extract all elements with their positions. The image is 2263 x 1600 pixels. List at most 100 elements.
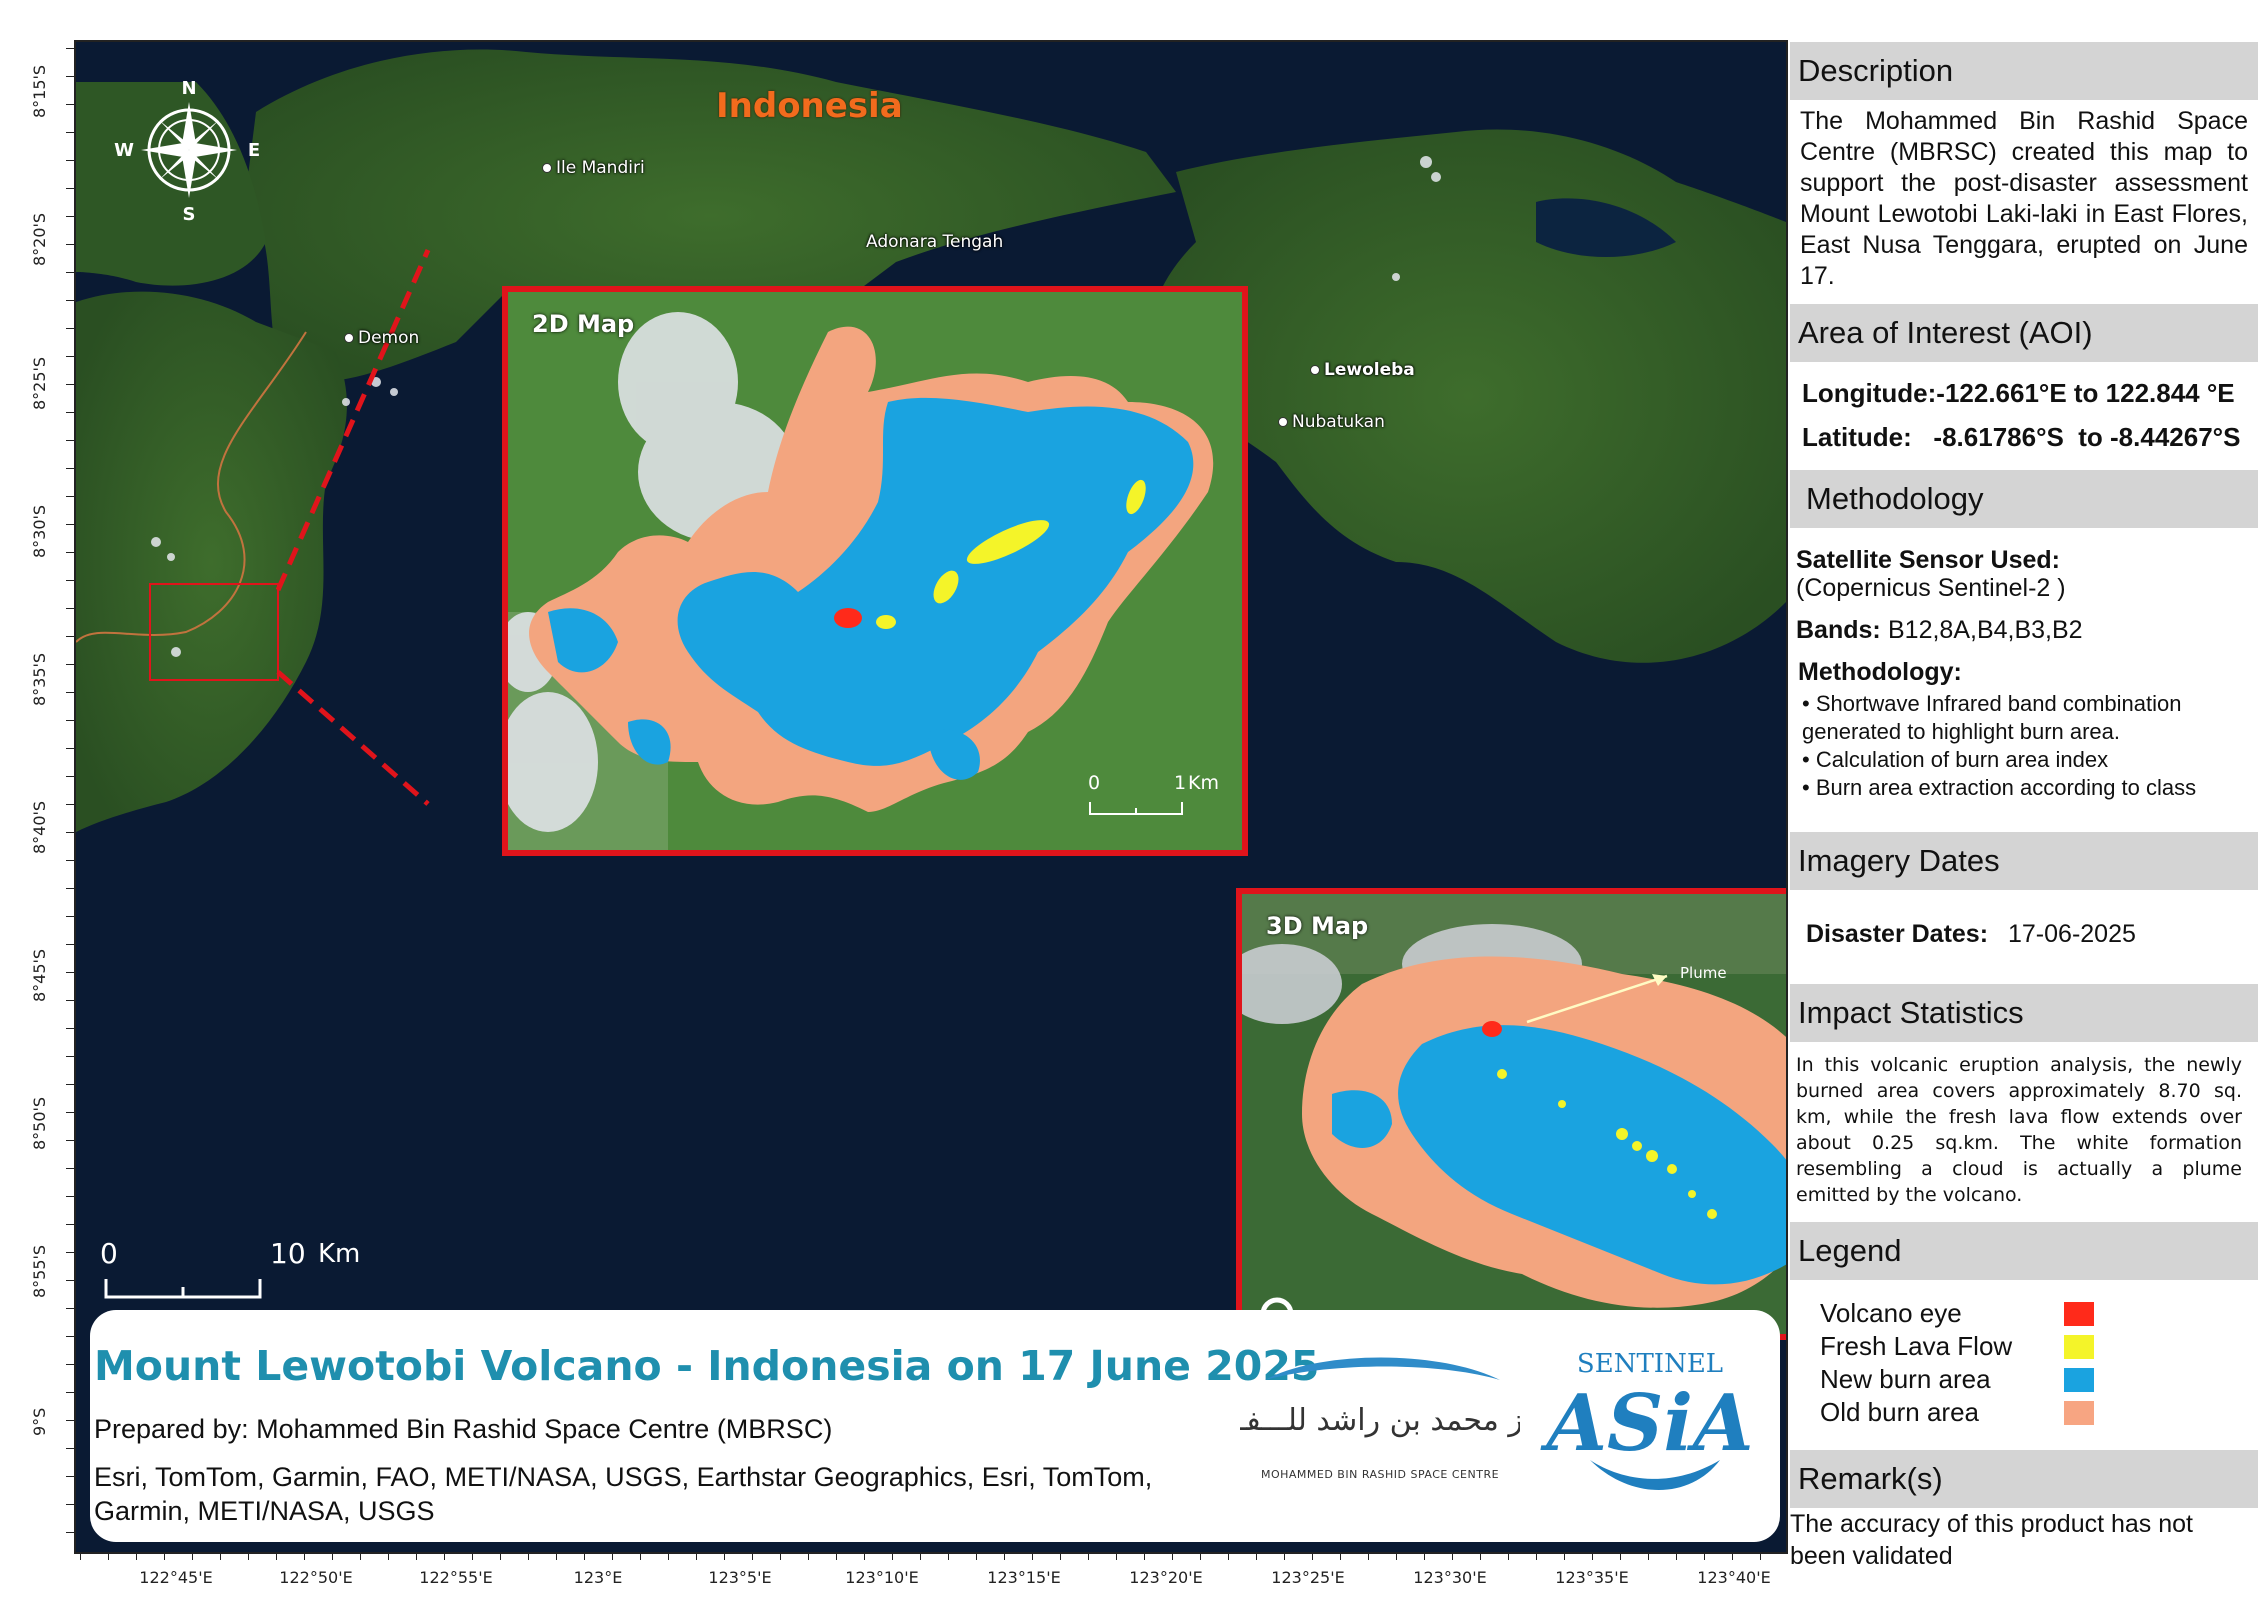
graticule-tick xyxy=(66,104,74,105)
graticule-tick xyxy=(1004,1552,1005,1560)
latitude-label: 8°50'S xyxy=(30,1096,49,1150)
graticule-tick xyxy=(66,412,74,413)
inset-2d-map[interactable]: 2D Map 0 1 Km xyxy=(502,286,1248,856)
graticule-tick xyxy=(66,888,74,889)
svg-text:ASiA: ASiA xyxy=(1540,1378,1754,1469)
graticule-tick xyxy=(66,1140,74,1141)
place-label: Ile Mandiri xyxy=(542,158,645,178)
graticule-tick xyxy=(66,1308,74,1309)
graticule-tick xyxy=(1620,1552,1621,1560)
inset-2d-scale-start: 0 xyxy=(1088,772,1101,794)
graticule-tick xyxy=(332,1552,333,1560)
scale-start: 0 xyxy=(100,1237,118,1270)
graticule-tick xyxy=(66,524,74,525)
graticule-tick xyxy=(360,1552,361,1560)
graticule-tick xyxy=(66,692,74,693)
description-text: The Mohammed Bin Rashid Space Centre (MB… xyxy=(1800,107,2248,290)
graticule-tick xyxy=(66,860,74,861)
place-marker-icon xyxy=(1278,417,1288,427)
burn-area-2d-map xyxy=(508,292,1242,850)
bands-value: B12,8A,B4,B3,B2 xyxy=(1888,616,2083,644)
graticule-tick xyxy=(1396,1552,1397,1560)
latitude-label: 8°20'S xyxy=(30,212,49,266)
place-marker-icon xyxy=(344,333,354,343)
longitude-label: 123°5'E xyxy=(708,1568,772,1587)
graticule-tick xyxy=(1480,1552,1481,1560)
inset-2d-scale-end: 1 xyxy=(1174,772,1187,794)
method-bullet: • Calculation of burn area index xyxy=(1802,747,2109,772)
imagery-heading: Imagery Dates xyxy=(1790,832,2258,890)
method-label: Methodology: xyxy=(1798,658,1962,686)
latitude-label: 8°45'S xyxy=(30,948,49,1002)
graticule-tick xyxy=(66,160,74,161)
graticule-tick xyxy=(780,1552,781,1560)
volcano-eye-marker xyxy=(834,608,862,628)
legend-swatch-icon xyxy=(2064,1302,2094,1326)
latitude-label: 8°30'S xyxy=(30,504,49,558)
graticule-tick xyxy=(66,1504,74,1505)
map-title: Mount Lewotobi Volcano - Indonesia on 17… xyxy=(94,1342,1320,1390)
longitude-label: 122°45'E xyxy=(139,1568,213,1587)
place-marker-icon xyxy=(542,163,552,173)
graticule-tick xyxy=(66,48,74,49)
latitude-label: 8°25'S xyxy=(30,356,49,410)
inset-2d-title: 2D Map xyxy=(532,310,635,338)
graticule-tick xyxy=(640,1552,641,1560)
graticule-tick xyxy=(1116,1552,1117,1560)
graticule-tick xyxy=(66,1364,74,1365)
svg-text:SENTINEL: SENTINEL xyxy=(1577,1349,1723,1379)
graticule-tick xyxy=(66,1224,74,1225)
legend-item: New burn area xyxy=(1820,1364,2094,1395)
graticule-tick xyxy=(920,1552,921,1560)
remarks-heading: Remark(s) xyxy=(1790,1450,2258,1508)
graticule-tick xyxy=(1312,1552,1313,1560)
graticule-tick xyxy=(66,916,74,917)
graticule-tick xyxy=(66,944,74,945)
graticule-tick xyxy=(66,1112,74,1113)
legend-label: Volcano eye xyxy=(1820,1298,1962,1328)
graticule-tick xyxy=(388,1552,389,1560)
graticule-tick xyxy=(66,1448,74,1449)
latitude-label: 8°40'S xyxy=(30,800,49,854)
graticule-tick xyxy=(1256,1552,1257,1560)
graticule-tick xyxy=(66,972,74,973)
graticule-tick xyxy=(66,1476,74,1477)
graticule-tick xyxy=(66,132,74,133)
svg-text:MOHAMMED BIN RASHID SPACE CENT: MOHAMMED BIN RASHID SPACE CENTRE xyxy=(1261,1468,1499,1481)
graticule-tick xyxy=(66,300,74,301)
graticule-tick xyxy=(1088,1552,1089,1560)
graticule-tick xyxy=(1760,1552,1761,1560)
graticule-tick xyxy=(164,1552,165,1560)
graticule-tick xyxy=(1592,1552,1593,1560)
graticule-tick xyxy=(472,1552,473,1560)
scale-bar-graphic xyxy=(104,1279,262,1299)
graticule-tick xyxy=(66,76,74,77)
impact-text: In this volcanic eruption analysis, the … xyxy=(1796,1054,2242,1206)
graticule-tick xyxy=(66,664,74,665)
graticule-tick xyxy=(66,776,74,777)
legend-label: Old burn area xyxy=(1820,1397,1979,1427)
main-map[interactable]: Indonesia Ile Mandiri Adonara Tengah Dem… xyxy=(74,40,1788,1554)
longitude-label: 123°25'E xyxy=(1271,1568,1345,1587)
scale-unit: Km xyxy=(318,1239,361,1269)
sentinel-asia-logo: SENTINEL ASiA xyxy=(1530,1340,1770,1510)
graticule-tick xyxy=(416,1552,417,1560)
graticule-tick xyxy=(66,468,74,469)
graticule-tick xyxy=(500,1552,501,1560)
legend-label: New burn area xyxy=(1820,1364,1991,1394)
method-bullet: • Burn area extraction according to clas… xyxy=(1802,775,2197,800)
graticule-tick xyxy=(752,1552,753,1560)
inset-3d-title: 3D Map xyxy=(1266,912,1369,940)
inset-3d-map[interactable]: Plume 3D Map xyxy=(1236,888,1786,1340)
graticule-tick xyxy=(808,1552,809,1560)
graticule-tick xyxy=(66,804,74,805)
graticule-tick xyxy=(66,636,74,637)
disaster-dates-value: 17-06-2025 xyxy=(2008,920,2136,948)
aoi-heading: Area of Interest (AOI) xyxy=(1790,304,2258,362)
graticule-tick xyxy=(556,1552,557,1560)
graticule-tick xyxy=(948,1552,949,1560)
graticule-tick xyxy=(836,1552,837,1560)
graticule-tick xyxy=(1508,1552,1509,1560)
sensor-label: Satellite Sensor Used: xyxy=(1796,546,2060,574)
graticule-tick xyxy=(1648,1552,1649,1560)
